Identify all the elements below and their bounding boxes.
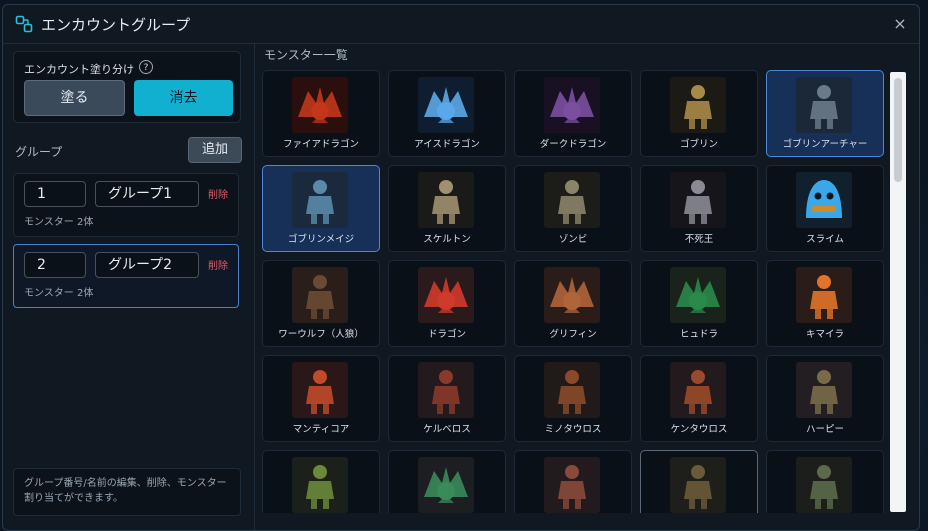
monster-name: ドラゴン xyxy=(427,329,466,340)
help-icon[interactable]: ? xyxy=(139,60,153,74)
monster-name: ケンタウロス xyxy=(670,424,728,435)
delete-group-button[interactable]: 削除 xyxy=(208,257,228,272)
monster-card[interactable]: ハーピー xyxy=(766,355,884,442)
group-icon xyxy=(15,15,33,33)
monster-portrait xyxy=(418,267,474,323)
monster-card[interactable] xyxy=(388,450,506,513)
monster-card[interactable] xyxy=(262,450,380,513)
monster-card[interactable]: ゴブリン xyxy=(640,70,758,157)
monster-portrait xyxy=(796,267,852,323)
monster-card[interactable] xyxy=(514,450,632,513)
monster-portrait xyxy=(796,172,852,228)
monster-card[interactable]: ゴブリンアーチャー xyxy=(766,70,884,157)
monster-name: スライム xyxy=(806,234,844,245)
monster-portrait xyxy=(418,172,474,228)
paint-mode-label: エンカウント塗り分け xyxy=(24,63,134,76)
monster-name: グリフィン xyxy=(549,329,597,340)
monster-name: マンティコア xyxy=(292,424,350,435)
group-monster-count: モンスター 2体 xyxy=(24,217,94,228)
monster-card[interactable] xyxy=(640,450,758,513)
dialog-titlebar: エンカウントグループ × xyxy=(3,5,919,44)
monster-portrait xyxy=(796,362,852,418)
monster-card[interactable]: キマイラ xyxy=(766,260,884,347)
monster-portrait xyxy=(670,362,726,418)
monster-portrait xyxy=(292,172,348,228)
monster-name: アイスドラゴン xyxy=(414,139,480,150)
monster-portrait xyxy=(418,457,474,513)
monster-portrait xyxy=(418,362,474,418)
monster-list-scrollbar[interactable] xyxy=(890,72,906,512)
monster-portrait xyxy=(544,77,600,133)
monster-name: ゴブリンメイジ xyxy=(287,234,355,245)
monster-card[interactable]: ファイアドラゴン xyxy=(262,70,380,157)
group-heading: グループ xyxy=(15,145,63,159)
monster-portrait xyxy=(292,77,348,133)
group-panel: エンカウント塗り分け ? 塗る 消去 グループ 追加 1 グループ1 削除 モン… xyxy=(13,51,243,519)
monster-card[interactable]: スライム xyxy=(766,165,884,252)
monster-name: ハーピー xyxy=(805,424,844,435)
scrollbar-thumb[interactable] xyxy=(894,78,902,182)
monster-name: スケルトン xyxy=(423,234,471,245)
monster-grid-viewport: ファイアドラゴン アイスドラゴン ダークドラゴン ゴブリン ゴブリンアーチャーゴブリンメ… xyxy=(262,70,894,513)
paint-button[interactable]: 塗る xyxy=(24,80,125,116)
monster-card[interactable]: ケンタウロス xyxy=(640,355,758,442)
monster-card[interactable]: ドラゴン xyxy=(388,260,506,347)
group-name-input[interactable]: グループ1 xyxy=(95,181,199,207)
monster-card[interactable]: グリフィン xyxy=(514,260,632,347)
monster-card[interactable]: ワーウルフ（人狼） xyxy=(262,260,380,347)
monster-name: ゴブリン xyxy=(679,139,718,150)
monster-name: 不死王 xyxy=(684,234,714,245)
monster-card[interactable]: ゴブリンメイジ xyxy=(262,165,380,252)
monster-name: キマイラ xyxy=(805,329,844,340)
monster-card[interactable]: ダークドラゴン xyxy=(514,70,632,157)
monster-name: ゴブリンアーチャー xyxy=(782,139,868,150)
monster-portrait xyxy=(292,267,348,323)
monster-name: ゾンビ xyxy=(558,234,588,245)
monster-portrait xyxy=(670,77,726,133)
monster-card[interactable]: ヒュドラ xyxy=(640,260,758,347)
monster-portrait xyxy=(418,77,474,133)
group-name-input[interactable]: グループ2 xyxy=(95,252,199,278)
monster-card[interactable] xyxy=(766,450,884,513)
monster-card[interactable]: ミノタウロス xyxy=(514,355,632,442)
monster-portrait xyxy=(544,172,600,228)
monster-portrait xyxy=(796,457,852,513)
monster-portrait xyxy=(292,362,348,418)
add-group-button[interactable]: 追加 xyxy=(188,137,242,163)
group-monster-count: モンスター 2体 xyxy=(24,288,94,299)
help-hint: グループ番号/名前の編集、削除、モンスター割り当てができます。 xyxy=(13,468,241,516)
monster-card[interactable]: ゾンビ xyxy=(514,165,632,252)
monster-card[interactable]: ケルベロス xyxy=(388,355,506,442)
group-number-input[interactable]: 1 xyxy=(24,181,86,207)
monster-card[interactable]: スケルトン xyxy=(388,165,506,252)
monster-grid: ファイアドラゴン アイスドラゴン ダークドラゴン ゴブリン ゴブリンアーチャーゴブリンメ… xyxy=(262,70,884,513)
monster-portrait xyxy=(670,267,726,323)
monster-name: ミノタウロス xyxy=(544,424,602,435)
group-card[interactable]: 1 グループ1 削除 モンスター 2体 xyxy=(13,173,239,237)
monster-name: ヒュドラ xyxy=(679,329,718,340)
clear-button[interactable]: 消去 xyxy=(134,80,233,116)
group-card-selected[interactable]: 2 グループ2 削除 モンスター 2体 xyxy=(13,244,239,308)
monster-name: ダークドラゴン xyxy=(539,139,607,150)
monster-portrait xyxy=(544,267,600,323)
monster-card[interactable]: マンティコア xyxy=(262,355,380,442)
monster-name: ファイアドラゴン xyxy=(282,139,359,150)
monster-card[interactable]: 不死王 xyxy=(640,165,758,252)
monster-portrait xyxy=(544,457,600,513)
monster-card[interactable]: アイスドラゴン xyxy=(388,70,506,157)
delete-group-button[interactable]: 削除 xyxy=(208,186,228,201)
monster-portrait xyxy=(670,457,726,513)
close-icon[interactable]: × xyxy=(889,13,911,35)
monster-name: ワーウルフ（人狼） xyxy=(278,329,364,340)
monster-portrait xyxy=(544,362,600,418)
monster-name: ケルベロス xyxy=(423,424,471,435)
group-number-input[interactable]: 2 xyxy=(24,252,86,278)
dialog-title: エンカウントグループ xyxy=(41,16,191,34)
monster-portrait xyxy=(292,457,348,513)
panel-divider xyxy=(254,43,255,530)
monster-portrait xyxy=(796,77,852,133)
monster-list-title: モンスター一覧 xyxy=(264,48,348,62)
encounter-paint-box: エンカウント塗り分け ? 塗る 消去 xyxy=(13,51,241,123)
monster-portrait xyxy=(670,172,726,228)
